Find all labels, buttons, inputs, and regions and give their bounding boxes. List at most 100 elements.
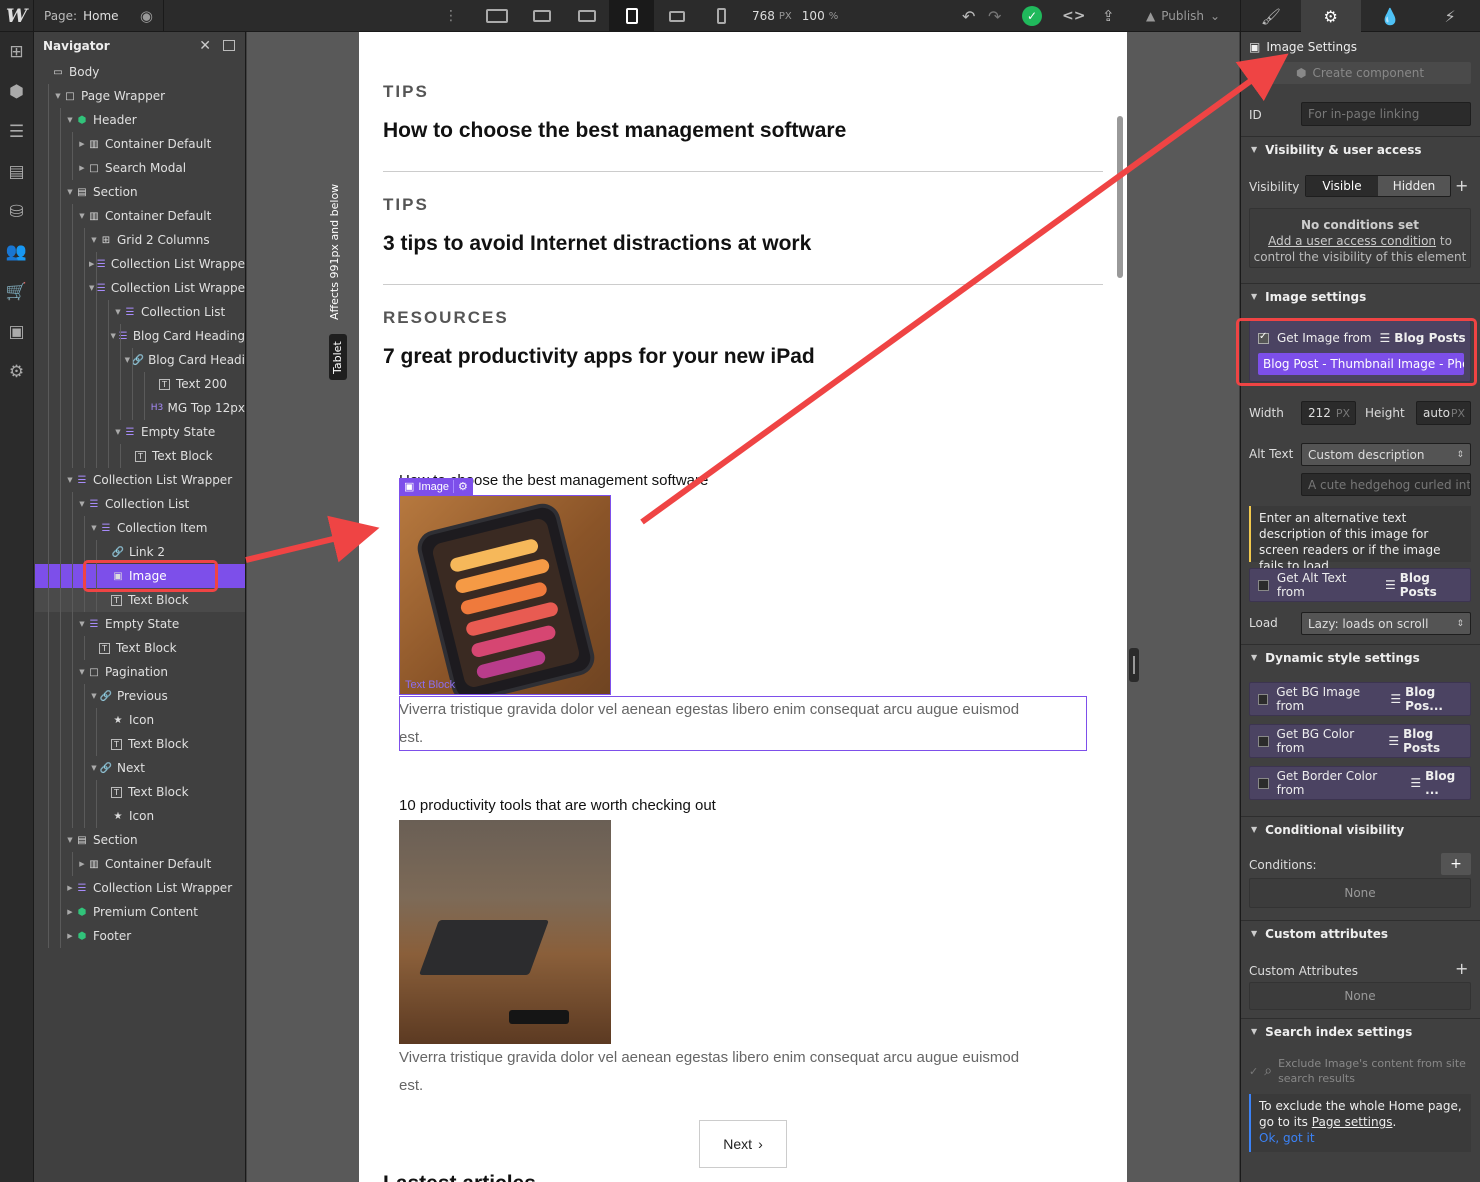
- article-item[interactable]: TIPS 3 tips to avoid Internet distractio…: [383, 195, 1103, 256]
- page-settings-link[interactable]: Page settings: [1312, 1115, 1393, 1129]
- navigator-item-container-default[interactable]: ▶ ▥ Container Default: [35, 132, 245, 156]
- navigator-item-container-default[interactable]: ▼ ▥ Container Default: [35, 204, 245, 228]
- navigator-item-page-wrapper[interactable]: ▼ □ Page Wrapper: [35, 84, 245, 108]
- caret-right-icon[interactable]: ▶: [77, 860, 87, 868]
- zoom-value[interactable]: 100: [802, 9, 825, 23]
- caret-down-icon[interactable]: ▼: [113, 308, 123, 316]
- style-brush-icon[interactable]: 🖌: [1241, 0, 1301, 32]
- exclude-from-search-row[interactable]: ✓ ⌕ Exclude Image's content from site se…: [1249, 1054, 1471, 1088]
- code-icon[interactable]: <>: [1062, 0, 1085, 32]
- card-image-ipad[interactable]: [399, 495, 611, 695]
- caret-down-icon[interactable]: ▼: [77, 668, 87, 676]
- breakpoint-desktop-base[interactable]: [564, 0, 609, 32]
- caret-right-icon[interactable]: ▶: [77, 140, 87, 148]
- users-icon[interactable]: 👥: [0, 232, 33, 272]
- cms-database-icon[interactable]: ⛁: [0, 192, 33, 232]
- navigator-item-collection-list-wrappe[interactable]: ▼ ☰ Collection List Wrappe: [35, 276, 245, 300]
- add-elements-icon[interactable]: ⊞: [0, 32, 33, 72]
- caret-down-icon[interactable]: ▼: [123, 356, 132, 364]
- caret-down-icon[interactable]: ▼: [77, 212, 87, 220]
- image-tag-gear-icon[interactable]: ⚙: [452, 480, 468, 493]
- settings-gear-icon[interactable]: ⚙: [1300, 0, 1361, 32]
- publish-button[interactable]: ▲ Publish ⌄: [1146, 0, 1220, 32]
- add-condition-button[interactable]: +: [1441, 853, 1471, 875]
- create-component-button[interactable]: ⬢ Create component: [1249, 62, 1471, 84]
- visibility-section-header[interactable]: ▼ Visibility & user access: [1241, 136, 1480, 162]
- get-image-checkbox[interactable]: [1258, 331, 1269, 344]
- close-icon[interactable]: ✕: [199, 38, 211, 54]
- canvas-resize-handle[interactable]: [1129, 648, 1139, 682]
- navigator-item-next[interactable]: ▼ 🔗 Next: [35, 756, 245, 780]
- navigator-item-link-2[interactable]: 🔗 Link 2: [35, 540, 245, 564]
- navigator-item-container-default[interactable]: ▶ ▥ Container Default: [35, 852, 245, 876]
- navigator-icon[interactable]: ☰: [0, 112, 33, 152]
- bg-color-checkbox[interactable]: [1258, 735, 1269, 747]
- width-input[interactable]: 212 PX: [1301, 401, 1356, 425]
- navigator-item-collection-item[interactable]: ▼ ☰ Collection Item: [35, 516, 245, 540]
- navigator-item-footer[interactable]: ▶ ⬢ Footer: [35, 924, 245, 948]
- navigator-item-icon[interactable]: ★ Icon: [35, 708, 245, 732]
- caret-down-icon[interactable]: ▼: [77, 500, 87, 508]
- pages-icon[interactable]: ▤: [0, 152, 33, 192]
- id-input[interactable]: For in-page linking: [1301, 102, 1471, 126]
- navigator-item-empty-state[interactable]: ▼ ☰ Empty State: [35, 612, 245, 636]
- breakpoint-tablet[interactable]: [609, 0, 654, 32]
- breakpoint-mobile-landscape[interactable]: [654, 0, 699, 32]
- exclude-checkbox-icon[interactable]: ✓: [1249, 1065, 1258, 1078]
- conditional-visibility-section-header[interactable]: ▼ Conditional visibility: [1241, 816, 1480, 842]
- caret-down-icon[interactable]: ▼: [65, 476, 75, 484]
- settings-icon[interactable]: ⚙: [0, 352, 33, 392]
- navigator-item-empty-state[interactable]: ▼ ☰ Empty State: [35, 420, 245, 444]
- custom-attributes-section-header[interactable]: ▼ Custom attributes: [1241, 920, 1480, 946]
- caret-right-icon[interactable]: ▶: [88, 260, 96, 268]
- caret-down-icon[interactable]: ▼: [88, 284, 96, 292]
- page-selector[interactable]: Page: Home ◉: [34, 0, 164, 32]
- caret-down-icon[interactable]: ▼: [65, 116, 75, 124]
- add-visibility-icon[interactable]: +: [1455, 176, 1468, 195]
- navigator-item-text-block[interactable]: T Text Block: [35, 780, 245, 804]
- dynamic-style-section-header[interactable]: ▼ Dynamic style settings: [1241, 644, 1480, 670]
- preview-eye-icon[interactable]: ◉: [140, 7, 153, 25]
- navigator-item-blog-card-headi[interactable]: ▼ 🔗 Blog Card Headi: [35, 348, 245, 372]
- article-item[interactable]: RESOURCES 7 great productivity apps for …: [383, 308, 1103, 369]
- hidden-option[interactable]: Hidden: [1378, 176, 1450, 196]
- navigator-item-pagination[interactable]: ▼ □ Pagination: [35, 660, 245, 684]
- navigator-item-section[interactable]: ▼ ▤ Section: [35, 828, 245, 852]
- breakpoint-large-desktop[interactable]: [474, 0, 519, 32]
- navigator-item-collection-list-wrapper[interactable]: ▶ ☰ Collection List Wrapper: [35, 876, 245, 900]
- symbols-cube-icon[interactable]: ⬢: [0, 72, 33, 112]
- caret-down-icon[interactable]: ▼: [89, 692, 99, 700]
- dock-panel-icon[interactable]: [223, 40, 235, 51]
- redo-icon[interactable]: ↷: [988, 0, 1001, 32]
- get-alt-checkbox[interactable]: [1258, 579, 1269, 591]
- caret-down-icon[interactable]: ▼: [65, 188, 75, 196]
- interactions-bolt-icon[interactable]: ⚡: [1420, 0, 1480, 32]
- caret-down-icon[interactable]: ▼: [77, 620, 87, 628]
- search-index-section-header[interactable]: ▼ Search index settings: [1241, 1018, 1480, 1044]
- image-settings-section-header[interactable]: ▼ Image settings: [1241, 283, 1480, 309]
- ecommerce-cart-icon[interactable]: 🛒: [0, 272, 33, 312]
- card-description[interactable]: Viverra tristique gravida dolor vel aene…: [399, 1044, 1087, 1100]
- bg-image-checkbox[interactable]: [1258, 693, 1269, 705]
- navigator-item-text-block[interactable]: T Text Block: [35, 444, 245, 468]
- caret-down-icon[interactable]: ▼: [89, 236, 99, 244]
- navigator-item-collection-list[interactable]: ▼ ☰ Collection List: [35, 492, 245, 516]
- navigator-item-section[interactable]: ▼ ▤ Section: [35, 180, 245, 204]
- canvas-scrollbar[interactable]: [1117, 116, 1123, 278]
- card-title[interactable]: 10 productivity tools that are worth che…: [399, 797, 716, 814]
- navigator-item-mg-top-12px[interactable]: H3 MG Top 12px: [35, 396, 245, 420]
- share-icon[interactable]: ⇪: [1102, 0, 1115, 32]
- caret-down-icon[interactable]: ▼: [53, 92, 63, 100]
- navigator-item-header[interactable]: ▼ ⬢ Header: [35, 108, 245, 132]
- navigator-item-collection-list[interactable]: ▼ ☰ Collection List: [35, 300, 245, 324]
- navigator-item-image[interactable]: ▣ Image: [35, 564, 245, 588]
- caret-down-icon[interactable]: ▼: [109, 332, 117, 340]
- undo-icon[interactable]: ↶: [962, 0, 975, 32]
- navigator-item-search-modal[interactable]: ▶ □ Search Modal: [35, 156, 245, 180]
- card-image-laptop[interactable]: [399, 820, 611, 1044]
- navigator-item-text-block[interactable]: T Text Block: [35, 588, 245, 612]
- navigator-item-text-200[interactable]: T Text 200: [35, 372, 245, 396]
- style-manager-drops-icon[interactable]: 💧: [1361, 0, 1421, 32]
- load-select[interactable]: Lazy: loads on scroll ⇕: [1301, 612, 1471, 635]
- image-field-binding-select[interactable]: Blog Post - Thumbnail Image - Phot: [1258, 353, 1464, 375]
